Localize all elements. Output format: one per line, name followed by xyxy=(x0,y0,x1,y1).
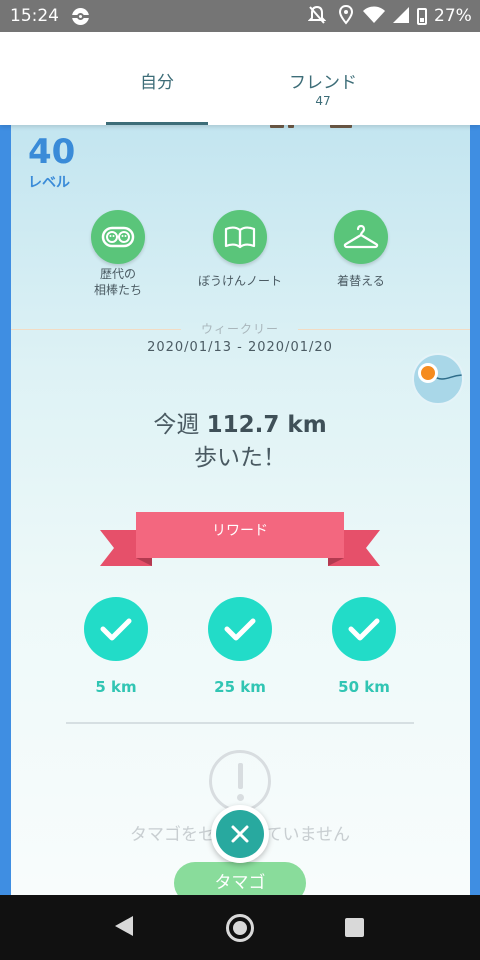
location-icon xyxy=(338,4,354,31)
friend-count: 47 xyxy=(315,94,331,108)
buddy-history-label: 歴代の 相棒たち xyxy=(93,267,142,297)
reward-50km-label: 50 km xyxy=(338,678,390,696)
close-button[interactable] xyxy=(211,805,269,863)
hanger-icon xyxy=(343,224,379,249)
trainer-level: 40 xyxy=(28,132,76,172)
battery-icon xyxy=(417,8,427,25)
tab-friends[interactable]: フレンド 47 xyxy=(272,32,374,125)
reward-5km-label: 5 km xyxy=(95,678,137,696)
weekly-distance-suffix: 歩いた！ xyxy=(194,445,286,471)
change-outfit-button[interactable] xyxy=(334,210,388,264)
tab-self-label: 自分 xyxy=(140,73,174,93)
pokemon-go-notification-icon xyxy=(72,8,89,25)
change-outfit-label: 着替える xyxy=(337,274,385,288)
close-button-inner xyxy=(216,810,264,858)
reward-50km-check[interactable] xyxy=(332,597,396,661)
system-nav-bar xyxy=(0,895,480,960)
reward-25km-check[interactable] xyxy=(208,597,272,661)
reward-25km-label: 25 km xyxy=(214,678,266,696)
status-bar: 15:24 27% xyxy=(0,0,480,32)
check-icon xyxy=(100,618,132,641)
reward-5km-check[interactable] xyxy=(84,597,148,661)
tab-friends-label: フレンド xyxy=(289,73,357,93)
journal-label: ぼうけんノート xyxy=(197,274,282,288)
weekly-distance: 今週 112.7 km xyxy=(153,412,327,438)
tab-active-indicator xyxy=(106,122,208,125)
battery-percent: 27% xyxy=(434,6,472,26)
back-icon[interactable] xyxy=(115,916,133,936)
journal-button[interactable] xyxy=(213,210,267,264)
trainer-level-label: レベル xyxy=(28,175,70,191)
weekly-title: ウィークリー xyxy=(200,322,279,336)
check-icon xyxy=(224,618,256,641)
status-time: 15:24 xyxy=(10,6,59,26)
home-icon[interactable] xyxy=(226,914,254,942)
location-dot xyxy=(418,363,438,383)
signal-icon xyxy=(391,5,411,31)
exclamation-icon xyxy=(209,750,271,812)
check-icon xyxy=(348,618,380,641)
weekly-dates: 2020/01/13 - 2020/01/20 xyxy=(147,340,333,355)
recent-apps-icon[interactable] xyxy=(345,918,364,937)
close-icon xyxy=(231,825,249,843)
mute-icon xyxy=(307,5,327,31)
reward-label: リワード xyxy=(212,523,268,539)
buddy-history-button[interactable] xyxy=(91,210,145,264)
route-map-button[interactable] xyxy=(412,353,464,405)
wifi-icon xyxy=(362,5,386,31)
journal-book-icon xyxy=(224,226,256,249)
buddy-history-icon xyxy=(101,226,135,248)
weekly-distance-value: 112.7 km xyxy=(206,412,327,438)
tab-self[interactable]: 自分 xyxy=(106,32,208,125)
profile-tabs: 自分 フレンド 47 xyxy=(0,32,480,125)
section-divider xyxy=(66,722,414,724)
